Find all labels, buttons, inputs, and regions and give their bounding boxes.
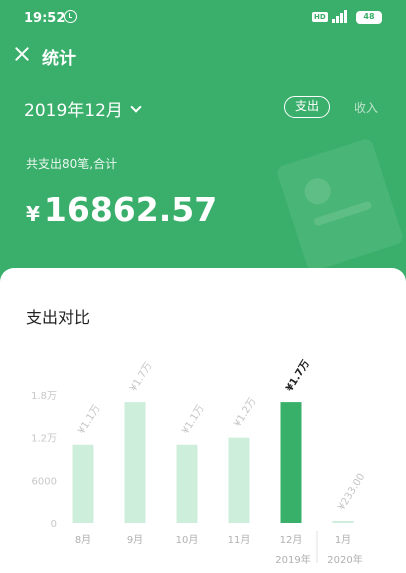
data-label: ¥1.1万 [180,403,206,436]
month-selector[interactable]: 2019年12月 [24,96,142,121]
signal-icon [332,9,350,23]
status-time: 19:52 [24,11,66,26]
chart-bar[interactable] [280,402,302,523]
y-tick-label: 1.2万 [31,434,57,445]
chart-bar[interactable] [176,444,198,523]
data-label: ¥1.7万 [128,361,154,394]
month-label: 2019年12月 [24,101,123,121]
category-label: 9月 [127,534,143,546]
y-tick-label: 1.8万 [31,391,57,402]
tab-income[interactable]: 收入 [354,99,378,116]
currency-symbol: ¥ [26,202,40,226]
tab-expense[interactable]: 支出 [284,96,330,118]
battery-icon: 48 [356,11,382,24]
chevron-down-icon [130,100,142,113]
header-panel: 19:52 HD 48 统计 2019年12月 支出 收入 共支出80笔,合计 … [0,0,406,290]
category-label: 10月 [176,534,199,546]
decorative-receipt-icon [275,137,405,273]
chart-bar[interactable] [228,437,250,523]
total-amount: ¥ 16862.57 [26,190,217,229]
category-label: 12月 [280,534,303,546]
app-header: 统计 [0,36,406,76]
alarm-icon [64,10,77,23]
chart-bar[interactable] [124,402,146,523]
close-icon[interactable] [12,44,32,64]
y-tick-label: 6000 [32,476,57,487]
hd-badge: HD [312,12,328,22]
amount-value: 16862.57 [43,190,218,229]
comparison-card: 支出对比 0 6000 1.2万 1.8万 ¥1.1万 8月 ¥1.7万 9月 ¥1.1万 10月… [0,268,406,573]
y-tick-label: 0 [51,519,57,530]
chart-bar[interactable] [72,444,94,523]
data-label: ¥1.2万 [232,396,258,429]
data-label: ¥1.1万 [76,403,102,436]
page-title: 统计 [42,49,76,69]
expense-summary: 共支出80笔,合计 [26,157,118,171]
year-label: 2020年 [327,553,362,566]
data-label: ¥1.7万 [283,358,312,394]
year-label: 2019年 [275,553,310,566]
status-bar: 19:52 HD 48 [0,0,406,36]
expense-bar-chart: 0 6000 1.2万 1.8万 ¥1.1万 8月 ¥1.7万 9月 ¥1.1万 10月 ¥1.2万… [31,358,367,566]
data-label: ¥233.00 [336,472,367,513]
category-label: 8月 [75,534,91,546]
category-label: 1月 [335,534,351,546]
chart-bar[interactable] [332,521,354,523]
category-label: 11月 [228,534,251,546]
